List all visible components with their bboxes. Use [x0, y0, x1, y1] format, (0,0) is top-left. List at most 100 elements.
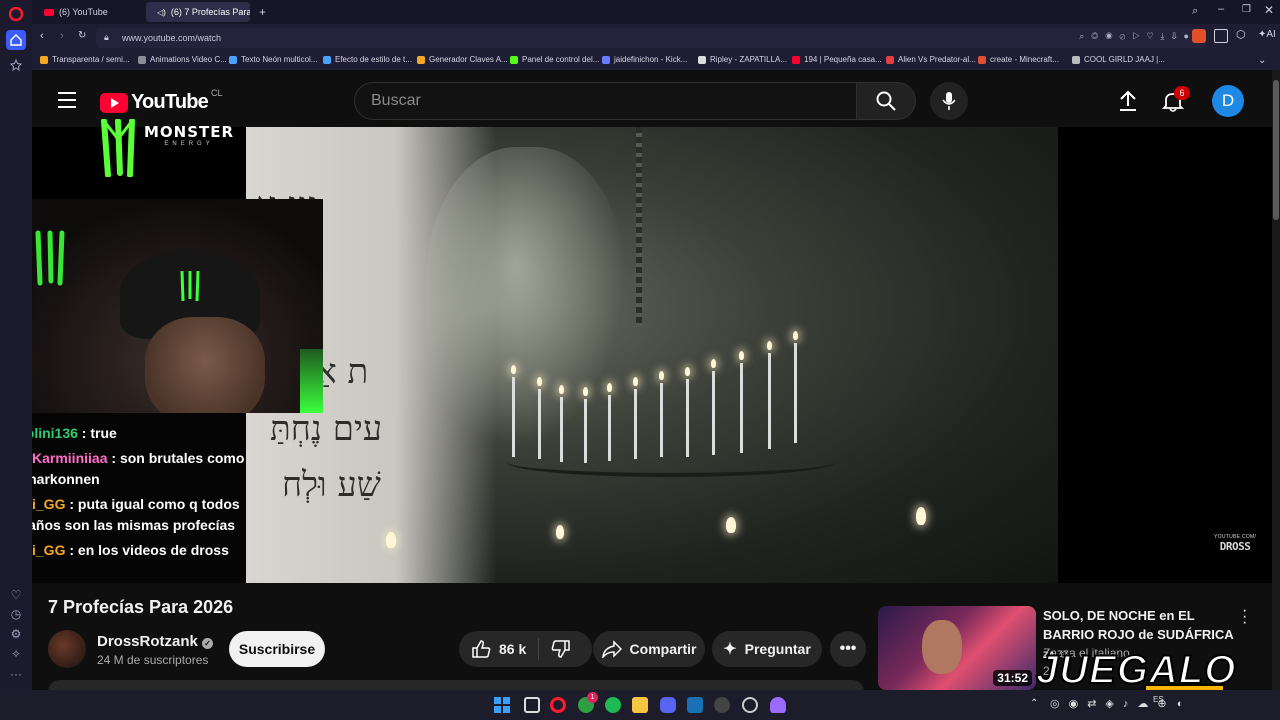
search-icon	[876, 91, 896, 111]
like-count: 86 k	[499, 641, 527, 657]
channel-name[interactable]: DrossRotzank ✓	[97, 633, 214, 650]
country-code: CL	[210, 87, 223, 98]
chat-message: Nicolini136 : true	[32, 423, 248, 444]
thumbnail-face	[922, 620, 962, 674]
chat-username: Moai_GG	[32, 542, 66, 558]
ai-button[interactable]: ✦AI	[1258, 29, 1276, 40]
video-player[interactable]: גע אֶ דְּנִיא תְּחוֹנ ת אַתָּה עים נֶחְת…	[32, 119, 1272, 583]
page-scrollbar[interactable]	[1272, 70, 1280, 720]
opera-logo-icon[interactable]	[6, 4, 26, 24]
new-tab-button[interactable]: +	[256, 2, 272, 22]
bookmark-item[interactable]: Generador Claves A...	[417, 55, 508, 64]
bookmark-item[interactable]: Panel de control del...	[510, 55, 599, 64]
history-icon[interactable]: ◷	[6, 604, 26, 624]
speaker-icon: ◁)	[157, 7, 166, 17]
steam-icon[interactable]	[687, 697, 703, 713]
search-input[interactable]: Buscar	[354, 82, 856, 120]
bookmark-favicon-icon	[229, 55, 237, 64]
language-indicator[interactable]: ES	[1153, 695, 1164, 704]
bookmark-favicon-icon	[417, 55, 425, 64]
notifications-button[interactable]: 6	[1161, 86, 1190, 117]
restore-icon[interactable]: ❐	[1242, 4, 1251, 15]
app-shield-icon[interactable]	[770, 697, 786, 713]
monster-energy-logo: MONSTER ENERGY	[100, 119, 234, 177]
bookmark-item[interactable]: Ripley - ZAPATILLA...	[698, 55, 787, 64]
discord-icon[interactable]	[660, 697, 676, 713]
bookmark-label: Efecto de estilo de t...	[335, 55, 412, 64]
bookmark-item[interactable]: Transparenta / semi...	[40, 55, 130, 64]
back-icon[interactable]: ‹	[40, 30, 44, 42]
tab-youtube[interactable]: (6) YouTube	[38, 2, 142, 22]
xbox-icon[interactable]: 1	[578, 692, 598, 713]
ask-button[interactable]: ✦ Preguntar	[712, 631, 822, 667]
tab-video[interactable]: ◁) (6) 7 Profecías Para 20	[146, 2, 250, 22]
tray-chevron-icon[interactable]: ⌃	[1030, 698, 1038, 709]
more-actions-button[interactable]: •••	[830, 631, 866, 667]
system-tray-icons[interactable]: ◎◉⇄◈♪☁⊕◖	[1050, 697, 1191, 710]
youtube-logo[interactable]: YouTube CL	[100, 87, 223, 114]
recommended-menu-icon[interactable]: · · ·	[1242, 603, 1247, 631]
bookmarks-bar: Transparenta / semi... Animations Video …	[32, 52, 1280, 70]
task-view-icon[interactable]	[524, 697, 540, 713]
star-icon[interactable]	[6, 55, 26, 75]
like-button[interactable]: 86 k	[471, 638, 540, 660]
app-circle-icon[interactable]	[742, 697, 758, 713]
share-button[interactable]: Compartir	[593, 631, 705, 667]
upload-button[interactable]	[1118, 90, 1138, 117]
lightbulb-icon[interactable]: ✧	[6, 644, 26, 664]
chat-text: true	[90, 425, 117, 441]
chat-message: Moai_GG : en los videos de dross	[32, 540, 248, 561]
subscribe-button[interactable]: Suscribirse	[229, 631, 325, 667]
url-field[interactable]: 🔒︎ www.youtube.com/watch ⌕◎◉⊘▷♡⤓⇩●	[96, 28, 1206, 48]
bookmark-favicon-icon	[40, 55, 48, 64]
energy-brand-text: ENERGY	[164, 141, 214, 147]
avatar[interactable]: D	[1212, 85, 1244, 117]
close-window-icon[interactable]: ✕	[1264, 3, 1274, 17]
bookmark-item[interactable]: Alien Vs Predator-al...	[886, 55, 976, 64]
bookmark-item[interactable]: Efecto de estilo de t...	[323, 55, 412, 64]
bookmark-item[interactable]: jaidefinichon - Kick...	[602, 55, 687, 64]
settings-icon[interactable]: ⚙	[6, 624, 26, 644]
menu-icon[interactable]	[58, 92, 76, 108]
heart-icon[interactable]: ♡	[6, 585, 26, 605]
search-placeholder: Buscar	[371, 92, 421, 109]
scrollbar-thumb[interactable]	[1273, 80, 1279, 220]
obs-icon[interactable]	[714, 697, 730, 713]
spotify-icon[interactable]	[605, 697, 621, 713]
webcam-overlay	[32, 199, 323, 413]
bookmarks-more-chevron-icon[interactable]: ⌄	[1258, 55, 1266, 66]
dislike-button[interactable]	[539, 639, 571, 659]
opera-taskbar-icon[interactable]	[550, 697, 566, 713]
bookmark-label: create - Minecraft...	[990, 55, 1059, 64]
bookmark-item[interactable]: 194 | Pequeña casa...	[792, 55, 882, 64]
bookmark-item[interactable]: Texto Neón multicol...	[229, 55, 317, 64]
home-icon[interactable]	[6, 30, 26, 50]
minimize-icon[interactable]: –	[1218, 3, 1224, 15]
channel-avatar[interactable]	[48, 630, 86, 668]
verified-icon: ✓	[202, 638, 214, 649]
screenshot-icon[interactable]	[1214, 29, 1228, 43]
tab-label: (6) YouTube	[59, 7, 108, 17]
voice-search-button[interactable]	[930, 82, 968, 120]
dross-stamp: YOUTUBE.COM/ DROSS	[1214, 534, 1256, 553]
bookmark-item[interactable]: COOL GIRLD JAAJ |...	[1072, 55, 1165, 64]
address-action-icons[interactable]: ⌕◎◉⊘▷♡⤓⇩●	[1079, 31, 1196, 42]
bookmark-favicon-icon	[138, 55, 146, 64]
puzzle-icon[interactable]: ⬡	[1236, 28, 1246, 41]
microphone-icon	[942, 92, 956, 110]
lock-icon: 🔒︎	[104, 32, 109, 42]
bookmark-favicon-icon	[510, 55, 518, 64]
extension-icon[interactable]	[1192, 29, 1206, 43]
file-explorer-icon[interactable]	[632, 697, 648, 713]
more-icon[interactable]: ···	[6, 664, 26, 684]
search-button[interactable]	[856, 82, 916, 120]
windows-start-icon[interactable]	[494, 697, 510, 713]
bookmark-item[interactable]: Animations Video C...	[138, 55, 227, 64]
forward-icon[interactable]: ›	[60, 30, 64, 42]
opera-sidebar: ♡ ◷ ⚙ ✧ ···	[0, 0, 32, 720]
reload-icon[interactable]: ↻	[78, 30, 86, 41]
recommended-thumbnail[interactable]: 31:52	[878, 606, 1036, 690]
bookmark-item[interactable]: create - Minecraft...	[978, 55, 1059, 64]
bookmark-favicon-icon	[886, 55, 894, 64]
tab-search-icon[interactable]: ⌕	[1192, 5, 1198, 18]
